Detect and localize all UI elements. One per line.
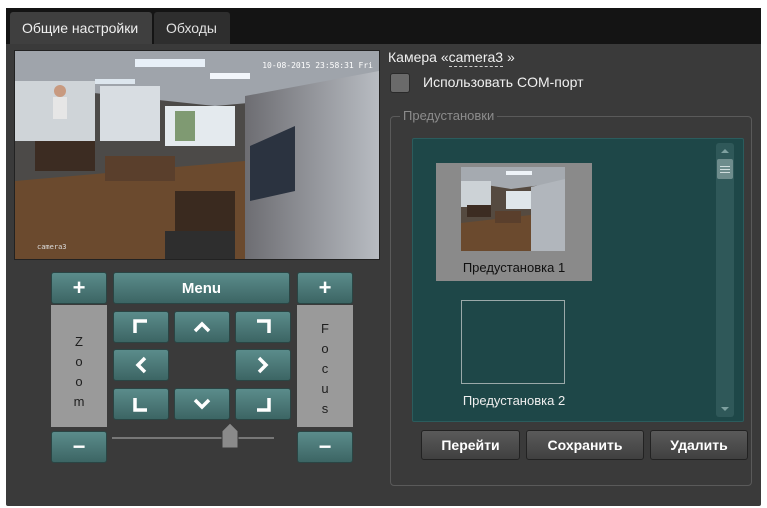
focus-in-button[interactable]: + xyxy=(297,272,353,304)
focus-panel: F o c u s xyxy=(297,305,353,427)
pan-up-button[interactable] xyxy=(174,311,230,343)
arrow-down-left-icon xyxy=(133,398,147,412)
arrow-up-right-icon xyxy=(257,319,271,333)
zoom-out-button[interactable]: − xyxy=(51,431,107,463)
save-preset-button[interactable]: Сохранить xyxy=(526,430,644,460)
presets-group-title: Предустановки xyxy=(400,108,498,123)
tab-bar: Общие настройки Обходы xyxy=(6,8,761,44)
pan-up-left-button[interactable] xyxy=(113,311,169,343)
preset-2-empty-thumbnail xyxy=(461,300,565,384)
use-com-port-label[interactable]: Использовать COM-порт xyxy=(423,74,584,90)
zoom-label: Z o o m xyxy=(73,334,85,409)
arrow-up-left-icon xyxy=(133,319,147,333)
arrow-down-right-icon xyxy=(257,398,271,412)
video-timestamp: 10-08-2015 23:58:31 Fri xyxy=(262,61,373,70)
zoom-panel: Z o o m xyxy=(51,305,107,427)
pan-down-left-button[interactable] xyxy=(113,388,169,420)
slider-thumb-icon xyxy=(221,422,239,449)
pan-down-button[interactable] xyxy=(174,388,230,420)
pan-left-button[interactable] xyxy=(113,349,169,381)
chevron-down-icon xyxy=(193,398,211,410)
scroll-thumb[interactable] xyxy=(717,159,733,179)
preset-1-thumbnail xyxy=(461,167,565,251)
grip-icon xyxy=(720,166,730,173)
focus-label: F o c u s xyxy=(321,321,329,416)
delete-preset-button[interactable]: Удалить xyxy=(650,430,748,460)
scroll-up-icon xyxy=(721,149,729,153)
speed-slider-thumb[interactable] xyxy=(221,421,239,449)
tab-general-settings[interactable]: Общие настройки xyxy=(10,12,152,44)
zoom-in-button[interactable]: + xyxy=(51,272,107,304)
presets-scrollbar[interactable] xyxy=(716,143,734,417)
pan-down-right-button[interactable] xyxy=(235,388,291,420)
pan-right-button[interactable] xyxy=(235,349,291,381)
preset-item-2[interactable]: Предустановка 2 xyxy=(436,296,592,414)
presets-list[interactable]: Предустановка 1 Предустановка 2 xyxy=(412,138,744,422)
preset-2-label: Предустановка 2 xyxy=(462,393,566,408)
camera-video-preview: 10-08-2015 23:58:31 Fri camera3 xyxy=(14,50,380,260)
pan-up-right-button[interactable] xyxy=(235,311,291,343)
preset-item-1[interactable]: Предустановка 1 xyxy=(436,163,592,281)
chevron-up-icon xyxy=(193,321,211,333)
menu-button[interactable]: Menu xyxy=(113,272,290,304)
preset-thumbnail-image xyxy=(461,167,565,251)
scroll-down-button[interactable] xyxy=(716,402,734,416)
speed-slider-track[interactable] xyxy=(112,437,274,439)
preset-1-label: Предустановка 1 xyxy=(462,260,566,275)
office-scene-image xyxy=(15,51,379,259)
chevron-right-icon xyxy=(257,356,269,374)
scroll-up-button[interactable] xyxy=(716,144,734,158)
use-com-port-checkbox[interactable] xyxy=(390,73,410,93)
go-to-preset-button[interactable]: Перейти xyxy=(421,430,520,460)
camera-name-link[interactable]: camera3 xyxy=(448,49,504,67)
video-camera-label: camera3 xyxy=(37,243,67,251)
tab-patrols[interactable]: Обходы xyxy=(154,12,230,44)
scroll-down-icon xyxy=(721,407,729,411)
chevron-left-icon xyxy=(135,356,147,374)
camera-title: Камера «camera3 » xyxy=(388,49,515,67)
focus-out-button[interactable]: − xyxy=(297,431,353,463)
